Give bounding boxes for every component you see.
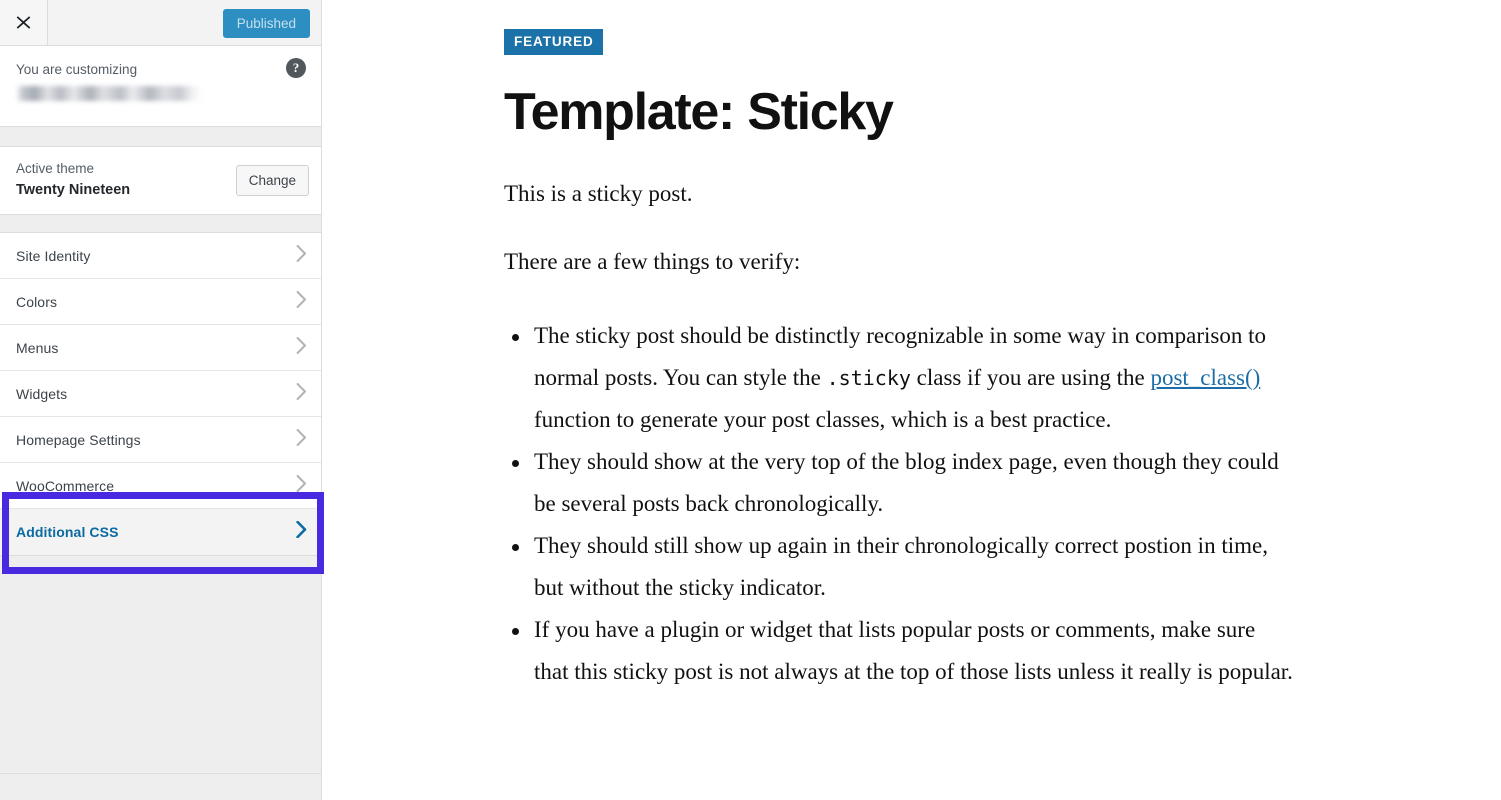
chevron-right-icon: [296, 244, 307, 267]
active-theme-panel: Active theme Twenty Nineteen Change: [0, 147, 321, 215]
post-article: FEATURED Template: Sticky This is a stic…: [323, 0, 1294, 693]
post-bullet-item: The sticky post should be distinctly rec…: [512, 315, 1294, 441]
sidebar-item-additional-css[interactable]: Additional CSS: [0, 509, 321, 555]
sidebar-item-label: Site Identity: [16, 247, 91, 264]
customizing-label: You are customizing: [16, 62, 138, 77]
inline-code: .sticky: [826, 366, 911, 390]
customizer-screen: Published You are customizing ? Active t…: [0, 0, 1501, 800]
chevron-right-icon: [296, 428, 307, 451]
post-bullet-item: They should still show up again in their…: [512, 525, 1294, 609]
sidebar-item-label: Widgets: [16, 385, 68, 402]
customizer-panel-list: Site Identity Colors Menus Widgets Homepage …: [0, 233, 321, 556]
sidebar-item-widgets[interactable]: Widgets: [0, 371, 321, 417]
customizer-sidebar: Published You are customizing ? Active t…: [0, 0, 322, 800]
sidebar-item-woocommerce[interactable]: WooCommerce: [0, 463, 321, 509]
sidebar-item-label: Homepage Settings: [16, 431, 141, 448]
site-title-redacted: [16, 86, 202, 101]
post-bullet-list: The sticky post should be distinctly rec…: [504, 315, 1294, 693]
sidebar-item-colors[interactable]: Colors: [0, 279, 321, 325]
post-bullet-item: If you have a plugin or widget that list…: [512, 609, 1294, 693]
sidebar-footer-area: [0, 774, 321, 794]
publish-button[interactable]: Published: [222, 9, 310, 38]
section-separator-2: [0, 215, 321, 233]
help-question-icon[interactable]: ?: [286, 58, 306, 78]
site-preview-pane: FEATURED Template: Sticky This is a stic…: [323, 0, 1501, 800]
sidebar-item-label: Additional CSS: [16, 524, 119, 540]
sidebar-item-site-identity[interactable]: Site Identity: [0, 233, 321, 279]
close-x-icon: [16, 15, 31, 30]
chevron-right-icon: [296, 336, 307, 359]
sidebar-item-label: WooCommerce: [16, 477, 115, 494]
post-paragraph: This is a sticky post.: [504, 181, 693, 206]
customizer-header: Published: [0, 0, 321, 46]
post-class-link[interactable]: post_class(): [1150, 365, 1260, 390]
sidebar-item-label: Menus: [16, 339, 59, 356]
section-separator: [0, 127, 321, 147]
customizing-info: You are customizing ?: [0, 46, 321, 127]
chevron-right-icon: [296, 520, 307, 543]
chevron-right-icon: [296, 290, 307, 313]
post-bullet-item: They should show at the very top of the …: [512, 441, 1294, 525]
post-title: Template: Sticky: [504, 83, 894, 141]
change-theme-button[interactable]: Change: [235, 165, 309, 196]
bullet-text: They should still show up again in their…: [534, 533, 1268, 600]
sidebar-item-homepage-settings[interactable]: Homepage Settings: [0, 417, 321, 463]
close-customizer-button[interactable]: [0, 0, 48, 45]
bullet-text: If you have a plugin or widget that list…: [534, 617, 1293, 684]
post-content: This is a sticky post. There are a few t…: [504, 179, 1294, 693]
post-paragraph: There are a few things to verify:: [504, 249, 801, 274]
sidebar-item-label: Colors: [16, 293, 58, 310]
featured-badge: FEATURED: [504, 29, 603, 55]
chevron-right-icon: [296, 382, 307, 405]
bullet-text: class if you are using the: [910, 365, 1151, 390]
sidebar-item-menus[interactable]: Menus: [0, 325, 321, 371]
sidebar-empty-area: [0, 556, 321, 774]
chevron-right-icon: [296, 474, 307, 497]
bullet-text: function to generate your post classes, …: [534, 407, 1112, 432]
bullet-text: They should show at the very top of the …: [534, 449, 1279, 516]
